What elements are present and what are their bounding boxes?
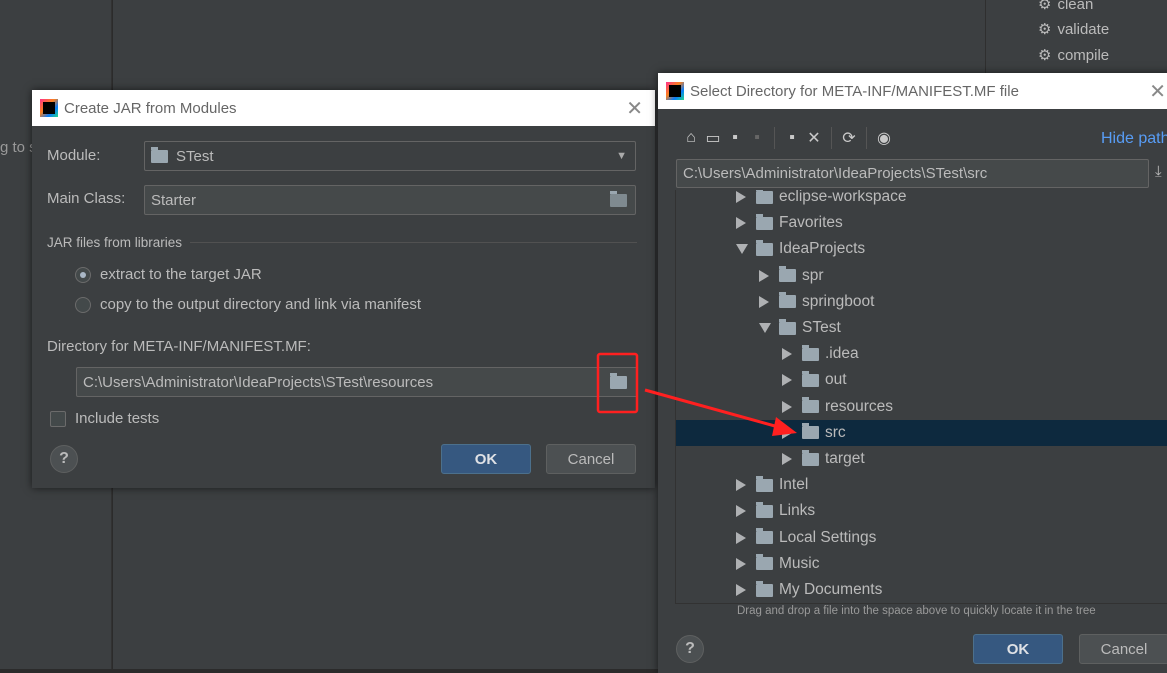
highlight-box <box>596 352 639 414</box>
annotation-overlay <box>596 352 797 436</box>
arrow-head <box>772 417 797 436</box>
annotation-arrow <box>644 388 783 430</box>
